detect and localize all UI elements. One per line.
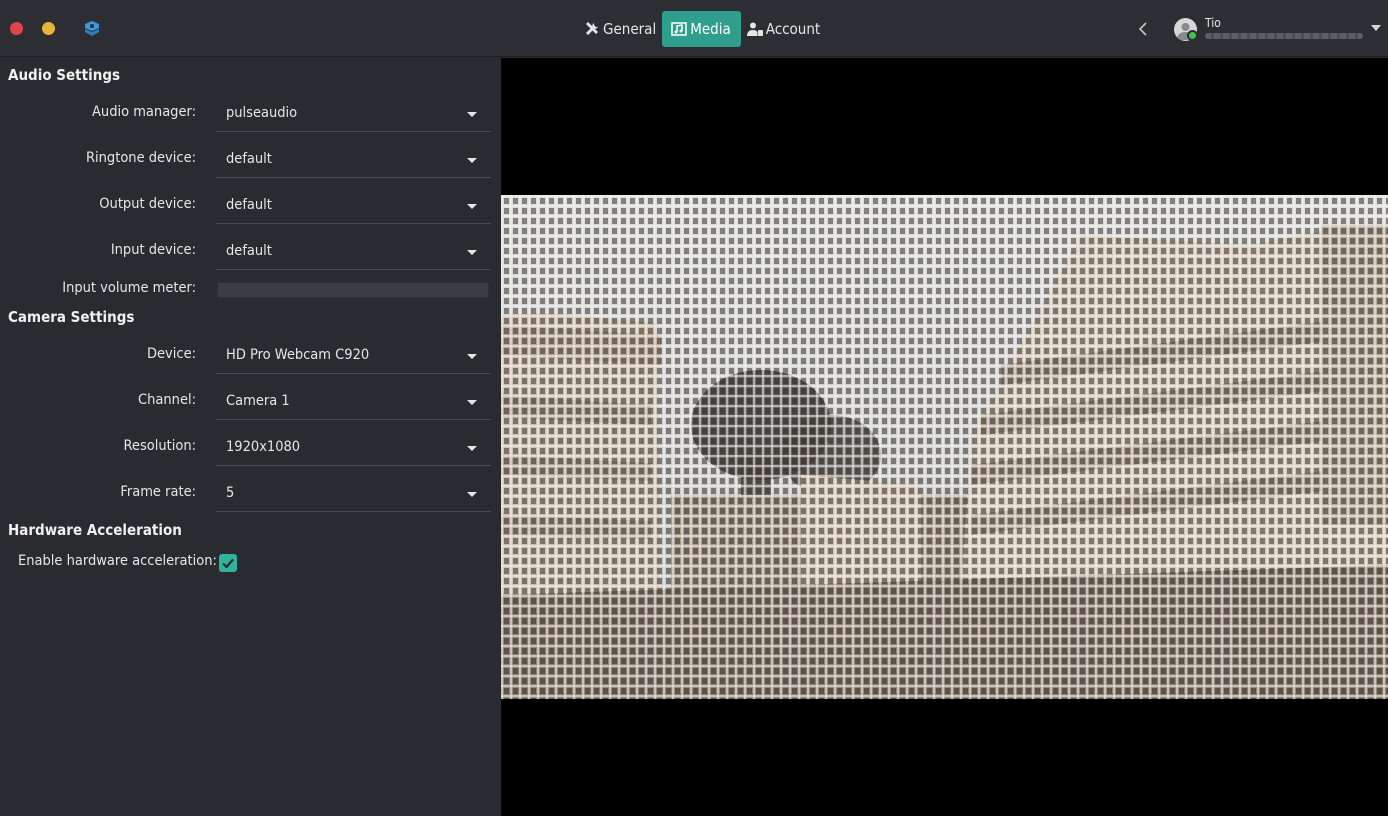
frame-rate-select[interactable]: 5 bbox=[216, 476, 491, 512]
app-logo-icon bbox=[85, 21, 99, 36]
camera-device-select[interactable]: HD Pro Webcam C920 bbox=[216, 338, 491, 374]
channel-label: Channel: bbox=[138, 392, 196, 408]
ringtone-device-label: Ringtone device: bbox=[85, 150, 196, 166]
audio-manager-label: Audio manager: bbox=[92, 104, 196, 120]
user-menu[interactable]: Tio bbox=[1174, 15, 1382, 43]
tools-icon bbox=[586, 22, 598, 35]
camera-preview bbox=[501, 58, 1388, 816]
output-device-value: default bbox=[226, 197, 272, 213]
resolution-select[interactable]: 1920x1080 bbox=[216, 430, 491, 466]
tab-media-label: Media bbox=[690, 20, 731, 38]
frame-rate-value: 5 bbox=[226, 485, 235, 501]
audio-manager-value: pulseaudio bbox=[226, 105, 298, 121]
checkmark-icon bbox=[222, 558, 234, 569]
chevron-down-icon bbox=[467, 204, 477, 209]
user-id-redacted bbox=[1205, 33, 1363, 39]
channel-value: Camera 1 bbox=[226, 393, 290, 409]
output-device-select[interactable]: default bbox=[216, 188, 491, 224]
user-name: Tio bbox=[1205, 16, 1221, 30]
chevron-down-icon bbox=[467, 112, 477, 117]
camera-feed-image bbox=[501, 195, 1388, 699]
frame-rate-label: Frame rate: bbox=[120, 484, 196, 500]
settings-panel: Audio Settings Audio manager: pulseaudio… bbox=[0, 58, 501, 816]
input-volume-meter-label: Input volume meter: bbox=[62, 280, 196, 296]
chevron-down-icon bbox=[467, 400, 477, 405]
audio-settings-heading: Audio Settings bbox=[8, 66, 121, 84]
online-status-indicator bbox=[1187, 30, 1198, 41]
camera-device-value: HD Pro Webcam C920 bbox=[226, 347, 370, 363]
chevron-down-icon bbox=[467, 250, 477, 255]
minimize-window-button[interactable] bbox=[42, 22, 55, 35]
input-device-label: Input device: bbox=[110, 242, 196, 258]
hardware-acceleration-label: Enable hardware acceleration: bbox=[18, 553, 217, 569]
chevron-down-icon bbox=[467, 492, 477, 497]
ringtone-device-value: default bbox=[226, 151, 272, 167]
settings-tabs: General Media Account bbox=[578, 11, 826, 47]
tab-account[interactable]: Account bbox=[741, 11, 826, 47]
output-device-label: Output device: bbox=[99, 196, 196, 212]
channel-select[interactable]: Camera 1 bbox=[216, 384, 491, 420]
chevron-down-icon[interactable] bbox=[1371, 25, 1381, 31]
tab-account-label: Account bbox=[765, 20, 821, 38]
tab-general-label: General bbox=[603, 20, 657, 38]
resolution-value: 1920x1080 bbox=[226, 439, 301, 455]
input-device-value: default bbox=[226, 243, 272, 259]
chevron-down-icon bbox=[467, 446, 477, 451]
camera-settings-heading: Camera Settings bbox=[8, 308, 135, 326]
close-window-button[interactable] bbox=[10, 22, 23, 35]
back-chevron-icon[interactable] bbox=[1136, 20, 1150, 38]
resolution-label: Resolution: bbox=[123, 438, 197, 454]
hardware-acceleration-heading: Hardware Acceleration bbox=[8, 521, 182, 539]
media-icon bbox=[671, 22, 687, 36]
title-bar: General Media Account Tio bbox=[0, 0, 1388, 57]
audio-manager-select[interactable]: pulseaudio bbox=[216, 96, 491, 132]
camera-device-label: Device: bbox=[146, 346, 196, 362]
tab-general[interactable]: General bbox=[578, 11, 662, 47]
chevron-down-icon bbox=[467, 158, 477, 163]
ringtone-device-select[interactable]: default bbox=[216, 142, 491, 178]
tab-media[interactable]: Media bbox=[662, 11, 741, 47]
chevron-down-icon bbox=[467, 354, 477, 359]
hardware-acceleration-checkbox[interactable] bbox=[219, 554, 237, 572]
account-icon bbox=[746, 22, 763, 36]
input-device-select[interactable]: default bbox=[216, 234, 491, 270]
input-volume-meter bbox=[217, 282, 489, 298]
